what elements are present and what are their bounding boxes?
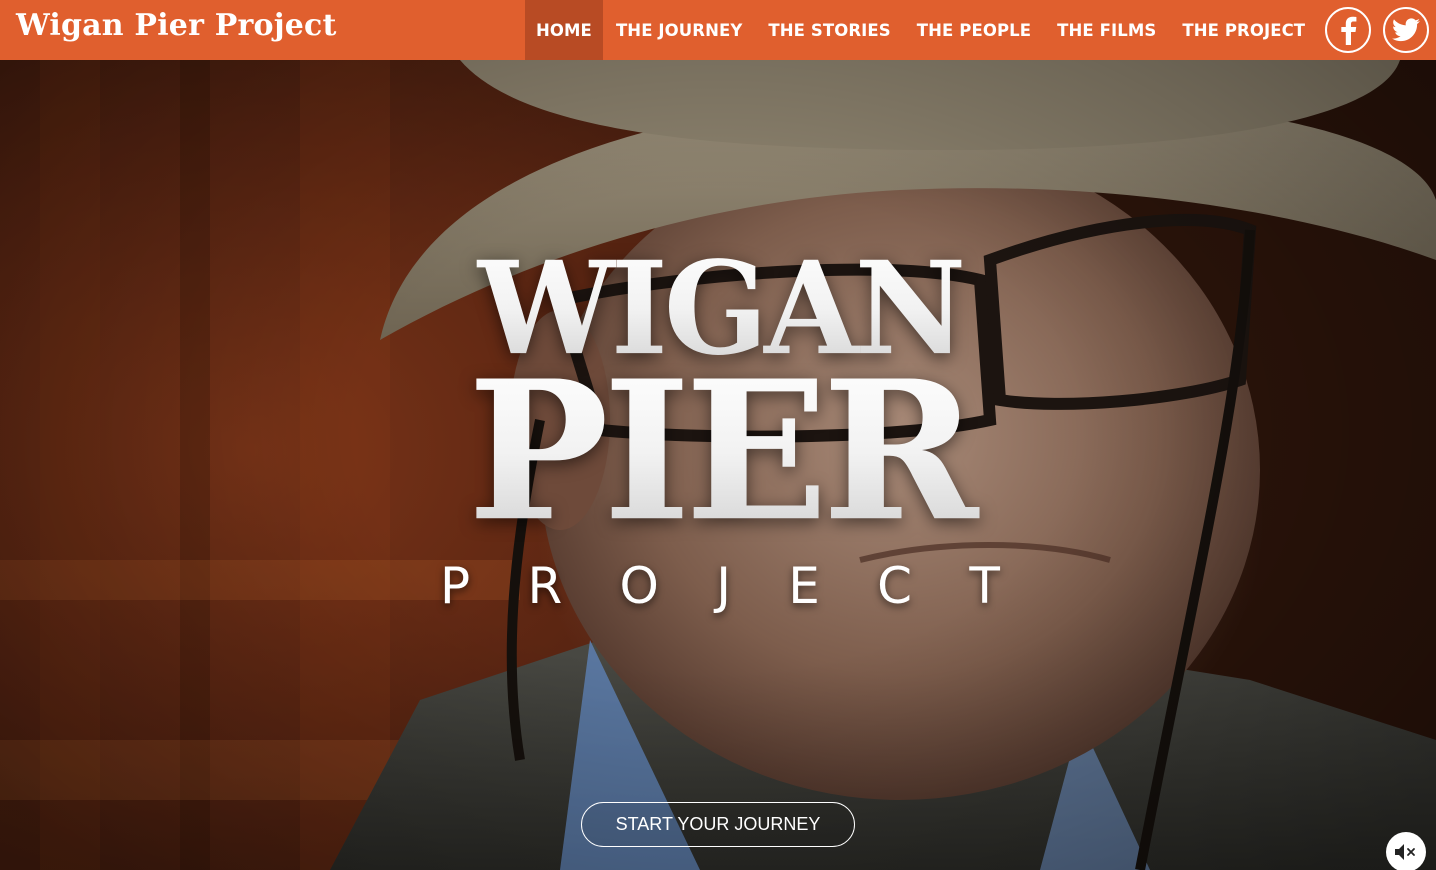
- main-nav: HOME THE JOURNEY THE STORIES THE PEOPLE …: [525, 0, 1318, 60]
- hero-title-project-letter: E: [788, 557, 820, 615]
- hero-title-project: P R O J E C T: [440, 556, 1000, 616]
- nav-the-journey[interactable]: THE JOURNEY: [603, 0, 755, 60]
- nav-home[interactable]: HOME: [525, 0, 603, 60]
- facebook-button[interactable]: [1325, 7, 1371, 53]
- twitter-icon: [1392, 18, 1420, 42]
- hero-title-project-letter: T: [969, 557, 1000, 615]
- nav-the-people[interactable]: THE PEOPLE: [904, 0, 1044, 60]
- hero-title-project-letter: J: [716, 557, 731, 615]
- nav-the-films[interactable]: THE FILMS: [1044, 0, 1169, 60]
- facebook-icon: [1341, 16, 1357, 45]
- hero-title: WIGAN PIER P R O J E C T: [0, 0, 1436, 870]
- hero-title-project-letter: C: [877, 557, 913, 615]
- hero-title-project-letter: P: [440, 557, 471, 615]
- hero-title-project-letter: R: [527, 557, 563, 615]
- start-journey-button[interactable]: START YOUR JOURNEY: [581, 802, 855, 847]
- twitter-button[interactable]: [1383, 7, 1429, 53]
- hero-title-project-letter: O: [619, 557, 659, 615]
- hero-title-pier: PIER: [440, 349, 1000, 554]
- top-navigation-bar: Wigan Pier Project HOME THE JOURNEY THE …: [0, 0, 1436, 60]
- nav-the-project[interactable]: THE PROJECT: [1169, 0, 1318, 60]
- site-brand[interactable]: Wigan Pier Project: [16, 8, 337, 43]
- nav-the-stories[interactable]: THE STORIES: [755, 0, 903, 60]
- speaker-muted-icon: [1395, 844, 1415, 860]
- mute-button[interactable]: [1386, 832, 1426, 870]
